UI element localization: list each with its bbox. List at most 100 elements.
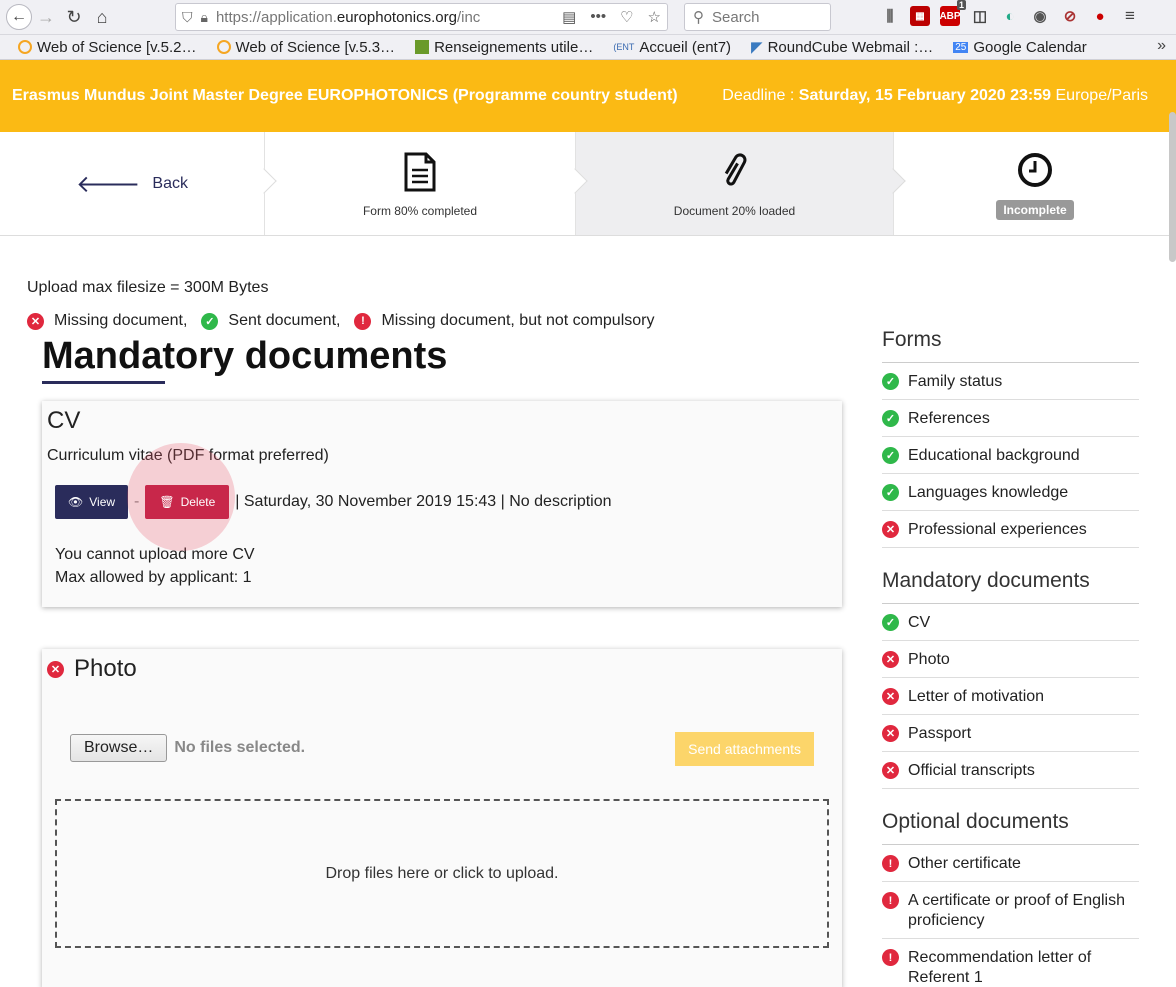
sidebar-item-family-status[interactable]: ✓ Family status <box>882 363 1139 400</box>
privacy-icon[interactable]: ⊘ <box>1060 6 1080 26</box>
pocket-icon[interactable]: ♡ <box>620 8 633 26</box>
exclamation-icon: ! <box>882 892 899 909</box>
cv-card: CV Curriculum vitae (PDF format preferre… <box>42 401 842 607</box>
file-picker: Browse… No files selected. <box>70 734 305 762</box>
check-icon: ✓ <box>201 312 219 330</box>
step-form[interactable]: Form 80% completed <box>265 132 588 235</box>
paperclip-icon <box>718 150 752 194</box>
extension-icon[interactable]: ▦ <box>910 6 930 26</box>
home-icon[interactable]: ⌂ <box>88 3 116 31</box>
browse-button[interactable]: Browse… <box>70 734 168 762</box>
legend-optional: ! Missing document, but not compulsory <box>354 312 654 330</box>
status-badge: Incomplete <box>996 199 1074 220</box>
missing-icon: ✕ <box>882 762 899 779</box>
ent-icon: (ENT <box>613 42 635 52</box>
photo-card: ✕ Photo Browse… No files selected. Send a… <box>42 649 842 987</box>
delete-button[interactable]: 🗑︎ Delete <box>145 485 230 519</box>
photo-title: ✕ Photo <box>47 655 842 683</box>
drop-zone[interactable]: Drop files here or click to upload. <box>55 799 829 948</box>
record-icon[interactable]: ● <box>1090 6 1110 26</box>
sidebar: Forms ✓ Family status ✓ References ✓ Educat… <box>882 328 1139 987</box>
missing-icon: ✕ <box>882 725 899 742</box>
chevron-right-icon[interactable]: » <box>1157 37 1166 55</box>
browser-forward-button[interactable]: → <box>32 3 60 31</box>
no-files-label: No files selected. <box>174 739 306 756</box>
browser-back-button[interactable]: ← <box>6 4 32 30</box>
document-progress-label: Document 20% loaded <box>673 203 796 218</box>
bookmarks-bar: Web of Science [v.5.2… Web of Science [v… <box>0 35 1176 60</box>
sidebar-item-passport[interactable]: ✕ Passport <box>882 715 1139 752</box>
shield-icon: ⛉ <box>182 8 193 25</box>
sidebar-item-recommendation-letter[interactable]: ! Recommendation letter of Referent 1 <box>882 939 1139 987</box>
trash-icon: 🗑︎ <box>159 495 175 509</box>
bookmark-item[interactable]: (ENT Accueil (ent7) <box>613 39 731 56</box>
sidebar-forms: Forms ✓ Family status ✓ References ✓ Educat… <box>882 328 1139 548</box>
sidebar-item-references[interactable]: ✓ References <box>882 400 1139 437</box>
sidebar-item-english-proficiency[interactable]: ! A certificate or proof of English profi… <box>882 882 1139 939</box>
sidebar-item-other-certificate[interactable]: ! Other certificate <box>882 845 1139 882</box>
send-attachments-button[interactable]: Send attachments <box>675 732 814 766</box>
sidebar-mandatory: Mandatory documents ✓ CV ✕ Photo ✕ Letter o… <box>882 569 1139 789</box>
sidebar-item-languages[interactable]: ✓ Languages knowledge <box>882 474 1139 511</box>
sidebar-item-motivation-letter[interactable]: ✕ Letter of motivation <box>882 678 1139 715</box>
form-progress-label: Form 80% completed <box>362 203 478 218</box>
document-icon <box>403 150 437 194</box>
search-icon: ⚲ <box>693 9 704 26</box>
cv-file-info: | Saturday, 30 November 2019 15:43 | No … <box>235 493 612 510</box>
library-icon[interactable]: ⫼ <box>880 6 900 26</box>
missing-icon: ✕ <box>882 521 899 538</box>
status-legend: ✕ Missing document, ✓ Sent document, ! Miss… <box>27 312 654 330</box>
missing-icon: ✕ <box>882 688 899 705</box>
check-icon: ✓ <box>882 484 899 501</box>
bookmark-star-icon[interactable]: ☆ <box>648 8 661 26</box>
page-actions-icon[interactable]: ••• <box>590 8 606 26</box>
page-title: Mandatory documents <box>42 335 447 384</box>
sidebar-item-transcripts[interactable]: ✕ Official transcripts <box>882 752 1139 789</box>
bookmark-item[interactable]: ◤ RoundCube Webmail :… <box>751 38 933 57</box>
legend-missing: ✕ Missing document, <box>27 312 187 330</box>
account-icon[interactable]: ◉ <box>1030 6 1050 26</box>
sidebar-item-cv[interactable]: ✓ CV <box>882 604 1139 641</box>
sidebar-item-educational-background[interactable]: ✓ Educational background <box>882 437 1139 474</box>
sidebar-icon[interactable]: ◫ <box>970 6 990 26</box>
sidebar-item-photo[interactable]: ✕ Photo <box>882 641 1139 678</box>
adblock-badge: 1 <box>956 0 966 10</box>
check-icon: ✓ <box>882 410 899 427</box>
back-button[interactable]: 🡐 Back <box>0 132 277 235</box>
sync-icon[interactable]: ◐ <box>1000 6 1020 26</box>
bookmark-item[interactable]: Web of Science [v.5.2… <box>18 39 197 56</box>
search-input[interactable]: ⚲ Search <box>684 3 831 31</box>
menu-icon[interactable]: ≡ <box>1120 6 1140 26</box>
page-scrollbar[interactable] <box>1169 112 1176 262</box>
bookmark-item[interactable]: 25 Google Calendar <box>953 39 1087 56</box>
check-icon: ✓ <box>882 447 899 464</box>
check-icon: ✓ <box>882 614 899 631</box>
step-documents[interactable]: Document 20% loaded <box>576 132 906 235</box>
title-underline <box>42 381 165 384</box>
missing-icon: ✕ <box>882 651 899 668</box>
bookmark-item[interactable]: Renseignements utile… <box>415 39 593 56</box>
url-suffix: /inc <box>456 8 481 26</box>
reader-view-icon[interactable]: ▤ <box>562 8 576 26</box>
program-header: Erasmus Mundus Joint Master Degree EUROP… <box>0 60 1176 132</box>
bookmark-item[interactable]: Web of Science [v.5.3… <box>216 39 395 56</box>
missing-icon: ✕ <box>47 660 64 678</box>
calendar-icon: 25 <box>953 41 969 53</box>
upload-max-info: Upload max filesize = 300M Bytes <box>27 279 269 296</box>
cv-file-row: 👁︎ View - 🗑︎ Delete | Saturday, 30 Novembe… <box>55 443 842 551</box>
sidebar-item-professional-experiences[interactable]: ✕ Professional experiences <box>882 511 1139 548</box>
back-label: Back <box>152 174 188 192</box>
exclamation-icon: ! <box>882 949 899 966</box>
reload-icon[interactable]: ↻ <box>60 3 88 31</box>
url-bar[interactable]: ⛉ 🔒︎ https://application. europhotonics.o… <box>175 3 668 31</box>
sidebar-heading: Optional documents <box>882 810 1139 845</box>
wos-icon <box>216 40 231 54</box>
info-icon <box>415 40 430 54</box>
view-button[interactable]: 👁︎ View <box>55 485 129 519</box>
browser-toolbar: ← → ↻ ⌂ ⛉ 🔒︎ https://application. europho… <box>0 0 1176 35</box>
sidebar-optional: Optional documents ! Other certificate ! A… <box>882 810 1139 987</box>
deadline: Deadline : Saturday, 15 February 2020 23… <box>722 87 1148 104</box>
missing-icon: ✕ <box>27 312 44 330</box>
adblock-icon[interactable]: ABP 1 <box>939 0 966 26</box>
step-status: Incomplete <box>894 132 1176 235</box>
